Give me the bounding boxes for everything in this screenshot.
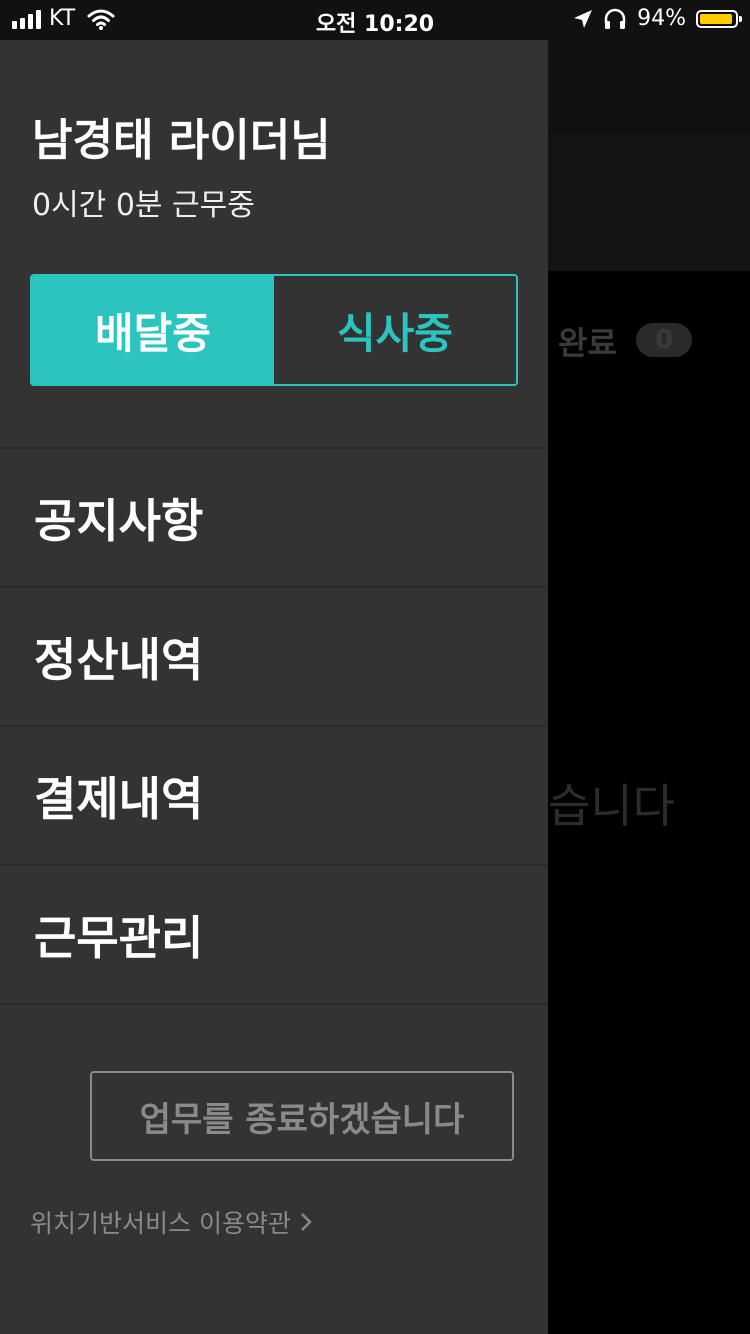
headphones-icon [604,8,626,29]
delivering-button[interactable]: 배달중 [32,276,274,384]
menu-item-settlements[interactable]: 정산내역 [0,588,548,727]
background-tab-completed: 완료 [558,324,617,362]
menu-item-work-management[interactable]: 근무관리 [0,866,548,1005]
battery-percent: 94% [637,6,686,31]
battery-level-fill [700,13,732,24]
menu-item-payments[interactable]: 결제내역 [0,727,548,866]
background-empty-message: 습니다 [548,779,675,833]
chevron-right-icon [301,1213,312,1231]
background-tab-count-badge: 0 [636,323,692,357]
menu-item-notices[interactable]: 공지사항 [0,449,548,588]
work-time-status: 0시간 0분 근무중 [32,188,255,223]
battery-icon [696,9,742,28]
location-terms-label: 위치기반서비스 이용약관 [30,1209,291,1238]
navigation-drawer: 남경태 라이더님 0시간 0분 근무중 배달중 식사중 공지사항 정산내역 결제… [0,40,548,1334]
status-bar: KT 오전 10:20 94% [0,0,750,40]
rider-name: 남경태 라이더님 [32,115,331,166]
end-work-button[interactable]: 업무를 종료하겠습니다 [90,1071,514,1161]
meal-break-button[interactable]: 식사중 [274,276,516,384]
location-terms-link[interactable]: 위치기반서비스 이용약관 [30,1204,313,1240]
work-status-toggle: 배달중 식사중 [30,274,518,386]
drawer-menu: 공지사항 정산내역 결제내역 근무관리 [0,447,548,1005]
location-arrow-icon [574,9,593,28]
